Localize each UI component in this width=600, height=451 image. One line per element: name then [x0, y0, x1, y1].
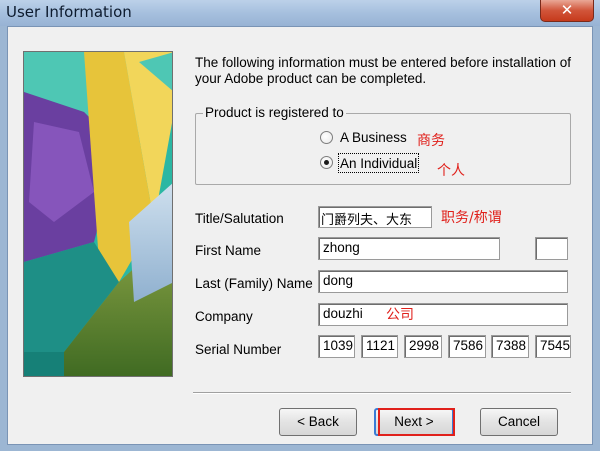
title-label: Title/Salutation [195, 211, 284, 226]
serial-input-3[interactable]: 2998 [404, 335, 442, 358]
serial-label: Serial Number [195, 342, 282, 357]
company-label: Company [195, 309, 253, 324]
title-bar[interactable]: User Information [0, 0, 600, 26]
annotation-business: 商务 [417, 133, 445, 149]
radio-business[interactable] [320, 131, 333, 144]
close-icon: ✕ [560, 1, 574, 19]
button-separator [193, 392, 571, 394]
intro-line-2: your Adobe product can be completed. [195, 71, 427, 86]
registration-legend: Product is registered to [203, 105, 346, 120]
adobe-banner-image [23, 51, 173, 377]
close-button[interactable]: ✕ [540, 0, 594, 22]
annotation-individual: 个人 [437, 163, 465, 179]
radio-individual-label[interactable]: An Individual [340, 156, 417, 171]
radio-business-label[interactable]: A Business [340, 130, 407, 145]
banner-artwork-icon [24, 52, 172, 376]
company-input[interactable]: douzhi [318, 303, 568, 326]
radio-selected-dot [324, 160, 329, 165]
cancel-button[interactable]: Cancel [480, 408, 558, 436]
middle-initial-input[interactable] [535, 237, 568, 260]
serial-input-1[interactable]: 1039 [318, 335, 355, 358]
registration-group [195, 113, 571, 185]
intro-line-1: The following information must be entere… [195, 55, 571, 70]
serial-input-5[interactable]: 7388 [491, 335, 529, 358]
next-highlight-box [378, 408, 455, 436]
annotation-title: 职务/称谓 [441, 210, 502, 226]
last-name-input[interactable]: dong [318, 270, 568, 293]
first-name-input[interactable]: zhong [318, 237, 500, 260]
serial-input-6[interactable]: 7545 [535, 335, 571, 358]
serial-input-2[interactable]: 1121 [361, 335, 398, 358]
back-button[interactable]: < Back [279, 408, 357, 436]
serial-input-4[interactable]: 7586 [448, 335, 486, 358]
last-name-label: Last (Family) Name [195, 276, 313, 291]
title-input[interactable]: 门爵列夫、大东 [318, 206, 432, 228]
window-title: User Information [6, 3, 132, 21]
radio-individual[interactable] [320, 156, 333, 169]
annotation-company: 公司 [386, 307, 414, 323]
first-name-label: First Name [195, 243, 262, 258]
intro-text: The following information must be entere… [195, 55, 571, 87]
